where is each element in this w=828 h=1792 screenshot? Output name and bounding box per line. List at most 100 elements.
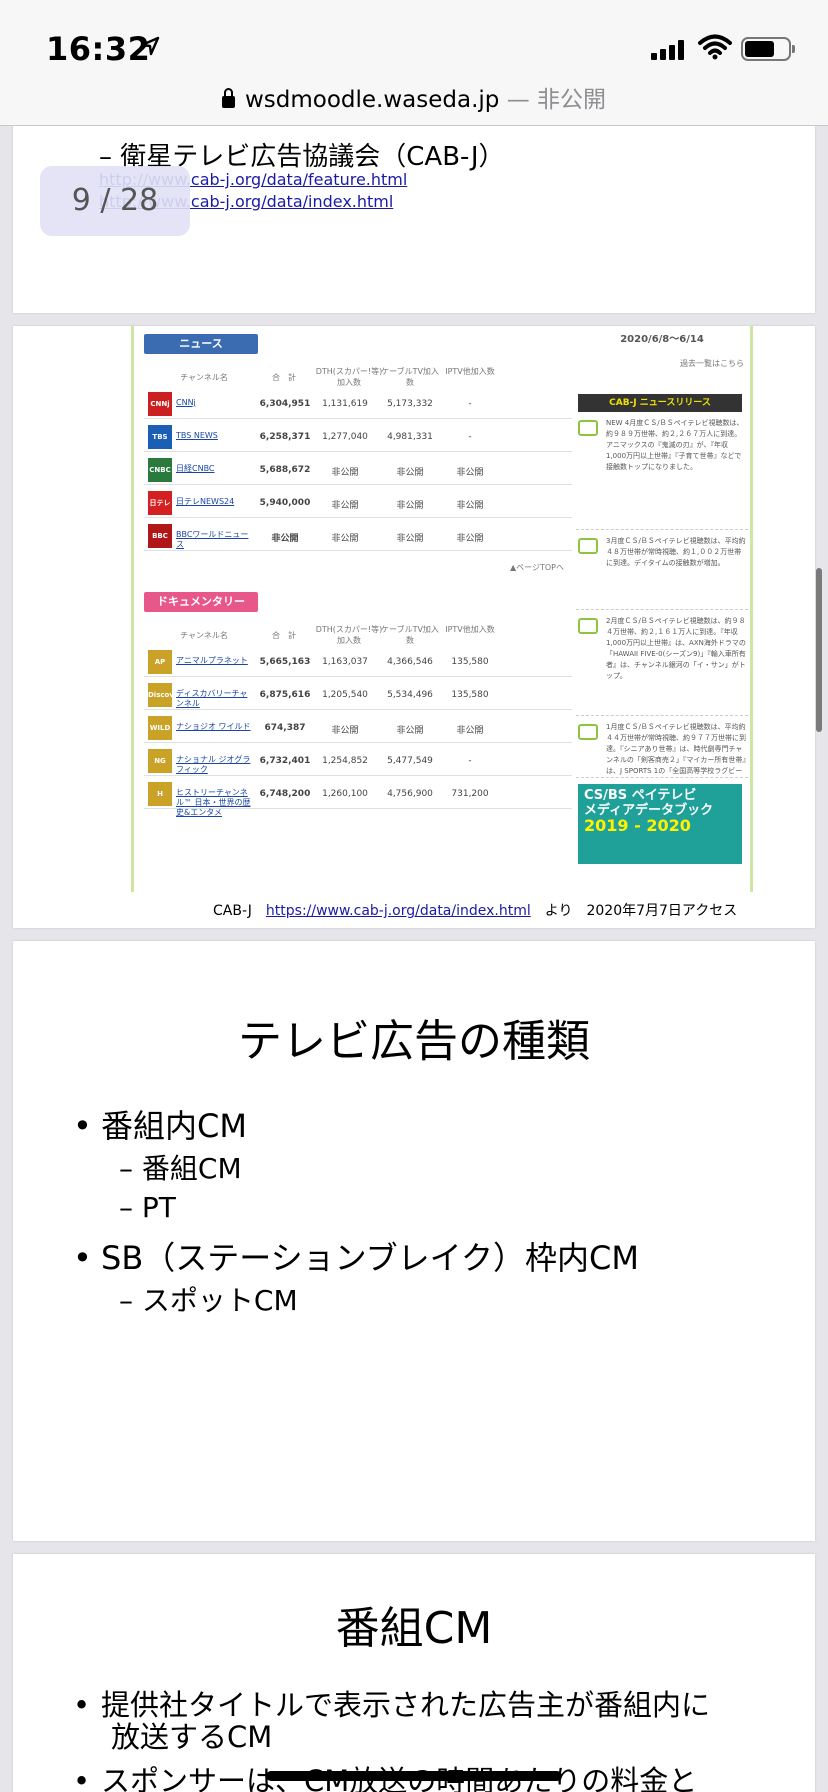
screen: 16:32 wsdmoodle.waseda.jp — 非公開 9 / 28 –… (0, 0, 828, 1792)
cell-dth: 1,163,037 (322, 657, 368, 667)
sub-bullet: – PT (119, 1191, 176, 1224)
cell-dth: 1,131,619 (322, 399, 368, 409)
cell-iptv: 731,200 (451, 789, 489, 799)
channel-logo: TBS (148, 425, 172, 449)
tv-icon (578, 724, 598, 740)
channel-name-link[interactable]: 日テレNEWS24 (176, 497, 252, 507)
col-header-dth: DTH(スカパー!等)加入数 (315, 367, 383, 387)
cell-dth: 非公開 (331, 501, 359, 511)
news-section-tag: ニュース (144, 334, 258, 354)
lock-icon (221, 88, 235, 108)
source-caption: CAB-J https://www.cab-j.org/data/index.h… (213, 903, 738, 919)
col-header-cable: ケーブルTV加入数 (381, 367, 439, 387)
cell-iptv: 135,580 (451, 657, 489, 667)
cell-iptv: 非公開 (456, 501, 484, 511)
col-header-iptv: IPTV他加入数 (445, 367, 495, 376)
news-item[interactable]: NEW 4月度ＣＳ/ＢＳペイテレビ視聴数は、約９８９万世帯、約２,２６７万人に到… (576, 418, 748, 530)
col-header-cable-2: ケーブルTV加入数 (381, 625, 439, 645)
news-release-sidebar: 2020/6/8～6/14 過去一覧はこちら CAB-J ニュースリリース NE… (574, 326, 750, 892)
table-row-divider (144, 484, 572, 485)
channel-name-link[interactable]: ナショジオ ワイルド (176, 722, 252, 732)
channel-logo: 日テレ24 (148, 491, 172, 531)
col-header-total-2: 合 計 (272, 631, 296, 640)
location-arrow-icon (140, 36, 160, 56)
cell-iptv: 非公開 (456, 534, 484, 544)
col-header-name-2: チャンネル名 (180, 631, 228, 640)
channel-logo: Discovery (148, 683, 187, 707)
tv-icon (578, 420, 598, 436)
news-release-heading: CAB-J ニュースリリース (578, 394, 742, 412)
source-link[interactable]: https://www.cab-j.org/data/index.html (266, 903, 531, 919)
channel-name-link[interactable]: BBCワールドニュース (176, 530, 252, 550)
cell-dth: 非公開 (331, 726, 359, 736)
sub-bullet: – スポットCM (119, 1284, 298, 1317)
cell-iptv: 135,580 (451, 690, 489, 700)
channel-logo: WILD (148, 716, 172, 740)
cell-dth: 1,260,100 (322, 789, 368, 799)
cell-dth: 非公開 (331, 534, 359, 544)
url-private-label: — 非公開 (499, 87, 607, 113)
news-item[interactable]: 2月度ＣＳ/ＢＳペイテレビ視聴数は、約９８４万世帯、約２,１６１万人に到達。『年… (576, 616, 748, 716)
cell-dth: 1,254,852 (322, 756, 368, 766)
wifi-icon (698, 34, 732, 60)
slide-9: ニュース チャンネル名 合 計 DTH(スカパー!等)加入数 ケーブルTV加入数… (13, 326, 815, 928)
home-indicator[interactable] (266, 1771, 562, 1781)
channel-name-link[interactable]: ナショナル ジオグラフィック (176, 755, 252, 775)
battery-icon (741, 37, 795, 61)
news-item[interactable]: 1月度ＣＳ/ＢＳペイテレビ視聴数は、平均約４４万世帯が常時視聴、約９７７万世帯に… (576, 722, 748, 778)
col-header-iptv-2: IPTV他加入数 (445, 625, 495, 634)
cabj-screenshot: ニュース チャンネル名 合 計 DTH(スカパー!等)加入数 ケーブルTV加入数… (131, 326, 753, 892)
col-header-total: 合 計 (272, 373, 296, 382)
date-range: 2020/6/8～6/14 (620, 334, 704, 345)
page-top-link[interactable]: ▲ページTOPへ (464, 562, 564, 573)
news-item[interactable]: 3月度ＣＳ/ＢＳペイテレビ視聴数は、平均約４８万世帯が常時視聴、約１,００２万世… (576, 536, 748, 610)
cell-dth: 1,277,040 (322, 432, 368, 442)
address-bar[interactable]: wsdmoodle.waseda.jp — 非公開 (0, 80, 828, 114)
slide-title: 番組CM (335, 1603, 493, 1654)
channel-logo: NG (148, 749, 172, 773)
tv-icon (578, 618, 598, 634)
browser-top-bar: 16:32 wsdmoodle.waseda.jp — 非公開 (0, 0, 828, 126)
channel-name-link[interactable]: 日経CNBC (176, 464, 252, 474)
table-row-divider (144, 550, 572, 551)
channel-logo: CNBC (148, 458, 172, 482)
cell-dth: 1,205,540 (322, 690, 368, 700)
channel-logo: H (148, 782, 172, 806)
channel-name-link[interactable]: ディスカバリーチャンネル (176, 689, 252, 709)
past-list-link[interactable]: 過去一覧はこちら (634, 358, 744, 369)
table-row-divider (144, 676, 572, 677)
table-row-divider (144, 709, 572, 710)
channel-name-link[interactable]: TBS NEWS (176, 431, 252, 441)
bullet-1-cont: 放送するCM (111, 1720, 273, 1754)
channel-name-link[interactable]: ヒストリーチャンネル™ 日本・世界の歴史&エンタメ (176, 788, 252, 818)
table-row-divider (144, 418, 572, 419)
channel-name-link[interactable]: アニマルプラネット (176, 656, 252, 666)
table-row-divider (144, 451, 572, 452)
documentary-section-tag: ドキュメンタリー (144, 592, 258, 612)
page-indicator: 9 / 28 (40, 166, 190, 236)
sub-bullet: – 番組CM (119, 1152, 242, 1185)
slide-title: テレビ広告の種類 (238, 1016, 590, 1067)
table-row-divider (144, 742, 572, 743)
bullet-2: • SB（ステーションブレイク）枠内CM (73, 1239, 639, 1277)
bullet-1: • 番組内CM (73, 1107, 247, 1145)
channel-name-link[interactable]: CNNj (176, 398, 252, 408)
databook-banner[interactable]: CS/BS ペイテレビ メディアデータブック 2019 - 2020 (578, 784, 742, 864)
channel-logo: AP (148, 650, 172, 674)
cell-iptv: 非公開 (456, 468, 484, 478)
tv-icon (578, 538, 598, 554)
cellular-signal-icon (651, 40, 684, 60)
cell-iptv: 非公開 (456, 726, 484, 736)
status-time: 16:32 (46, 30, 151, 68)
col-header-name: チャンネル名 (180, 373, 228, 382)
channel-logo: BBC (148, 524, 172, 548)
slide-10: テレビ広告の種類 • 番組内CM – 番組CM – PT • SB（ステーションブレ… (13, 941, 815, 1541)
slide-11: 番組CM •提供社タイトルで表示された広告主が番組内に 放送するCM •スポンサ… (13, 1554, 815, 1792)
table-row-divider (144, 517, 572, 518)
col-header-dth-2: DTH(スカパー!等)加入数 (315, 625, 383, 645)
cell-iptv: - (468, 756, 472, 766)
cell-dth: 非公開 (331, 468, 359, 478)
cell-iptv: - (468, 399, 472, 409)
cell-iptv: - (468, 432, 472, 442)
scrollbar[interactable] (816, 568, 822, 732)
